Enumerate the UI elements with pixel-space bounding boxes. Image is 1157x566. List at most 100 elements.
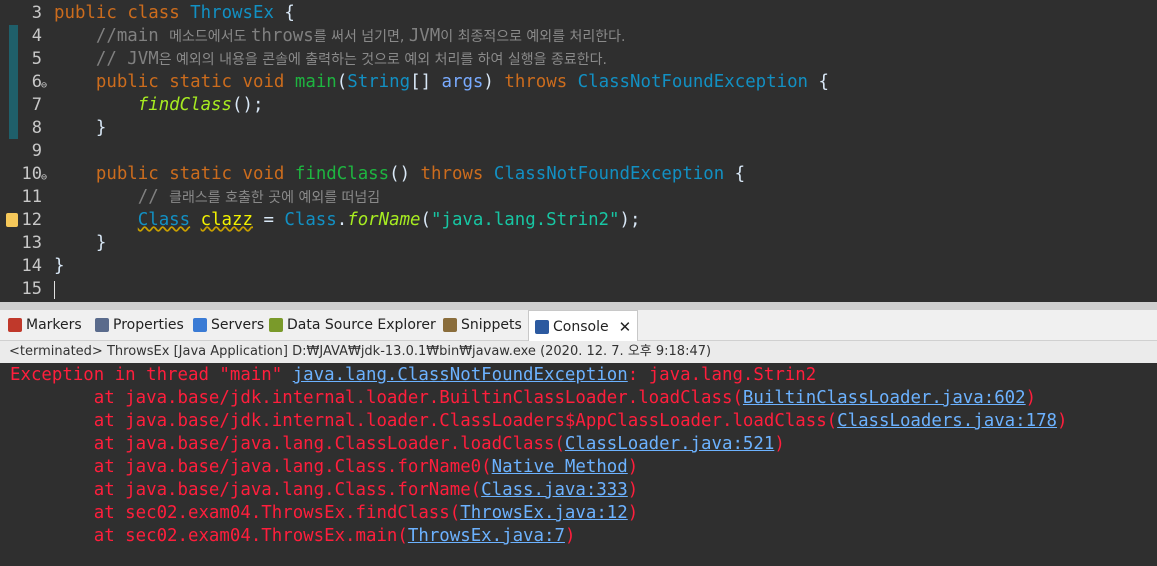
code-token: (); [232, 95, 264, 115]
code-text: } [54, 117, 106, 140]
tab-snippets[interactable]: Snippets [443, 310, 522, 340]
code-token: class [127, 3, 180, 23]
code-text: public static void findClass() throws Cl… [54, 163, 745, 186]
code-token: args [441, 72, 484, 92]
code-line[interactable]: 3 public class ThrowsEx { [0, 2, 1157, 25]
code-line[interactable]: 9 [0, 140, 1157, 163]
code-token: static [169, 164, 233, 184]
tab-properties[interactable]: Properties [95, 310, 184, 340]
console-status: <terminated> ThrowsEx [Java Application]… [0, 341, 1157, 363]
console-text: Exception in thread "main" [10, 365, 293, 385]
code-line[interactable]: 6 ⊖ public static void main(String[] args… [0, 71, 1157, 94]
console-text: at java.base/jdk.internal.loader.Builtin… [10, 388, 743, 408]
code-token: public [54, 3, 117, 23]
code-token: JVM [408, 26, 441, 46]
code-text: // 클래스를 호출한 곳에 예외를 떠넘김 [54, 186, 380, 210]
stacktrace-link[interactable]: Class.java:333 [481, 480, 628, 500]
line-number: 13 [21, 233, 42, 253]
code-token: "java.lang.Strin2" [431, 210, 620, 230]
tab-markers[interactable]: Markers [8, 310, 82, 340]
tab-data-source-explorer[interactable]: Data Source Explorer [269, 310, 436, 340]
stacktrace-link[interactable]: Native Method [492, 457, 628, 477]
tab-console[interactable]: Console ✕ [528, 310, 639, 342]
code-line[interactable]: 11 // 클래스를 호출한 곳에 예외를 떠넘김 [0, 186, 1157, 209]
code-token: { [808, 72, 829, 92]
close-icon[interactable]: ✕ [619, 312, 632, 342]
console-line: Exception in thread "main" java.lang.Cla… [10, 364, 816, 387]
line-number: 5 [31, 49, 42, 69]
tab-label: Servers [211, 317, 265, 333]
code-token: } [54, 233, 107, 253]
line-number: 8 [31, 118, 42, 138]
markers-icon [8, 318, 22, 332]
code-line[interactable]: 4 //main 메소드에서도 throws를 써서 넘기면, JVM이 최종적… [0, 25, 1157, 48]
code-token: throws [420, 164, 484, 184]
code-line[interactable]: 14} [0, 255, 1157, 278]
code-token: Class [137, 210, 191, 230]
console-text: : java.lang.Strin2 [627, 365, 817, 385]
code-token: 를 써서 넘기면, [313, 29, 409, 45]
code-token: { [724, 164, 746, 184]
code-token: } [54, 118, 107, 138]
code-line[interactable]: 13 } [0, 232, 1157, 255]
console-text: at sec02.exam04.ThrowsEx.findClass( [10, 503, 461, 523]
code-line[interactable]: 15 [0, 278, 1157, 301]
console-text: ) [627, 457, 639, 477]
stacktrace-link[interactable]: ThrowsEx.java:7 [408, 526, 565, 546]
text-caret [54, 281, 55, 299]
code-token: 은 예외의 내용을 콘솔에 출력하는 것으로 예외 처리를 하여 실행을 종료한… [158, 52, 607, 68]
code-editor[interactable]: 3 public class ThrowsEx {4 //main 메소드에서도 … [0, 0, 1157, 302]
code-token: ( [336, 72, 348, 92]
code-text: findClass(); [54, 94, 264, 117]
console-line: at java.base/java.lang.Class.forName0(Na… [10, 456, 638, 479]
tab-label: Markers [26, 317, 82, 333]
code-token: [] [410, 72, 442, 92]
code-token: forName [347, 210, 421, 230]
code-text: public static void main(String[] args) t… [54, 71, 829, 94]
code-token: = [252, 210, 285, 230]
console-view[interactable]: <terminated> ThrowsEx [Java Application]… [0, 341, 1157, 566]
console-line: at java.base/java.lang.Class.forName(Cla… [10, 479, 638, 502]
panel-divider[interactable] [0, 302, 1157, 310]
console-text: ) [1057, 411, 1068, 431]
code-token: main [294, 72, 337, 92]
code-line[interactable]: 7 findClass(); [0, 94, 1157, 117]
line-number: 15 [21, 279, 42, 299]
console-line: at java.base/java.lang.ClassLoader.loadC… [10, 433, 785, 456]
stacktrace-link[interactable]: ClassLoaders.java:178 [837, 411, 1057, 431]
stacktrace-link[interactable]: ClassLoader.java:521 [565, 434, 774, 454]
console-text: ) [627, 503, 639, 523]
console-text: at java.base/jdk.internal.loader.ClassLo… [10, 411, 838, 431]
code-line[interactable]: 12 Class clazz = Class.forName("java.lan… [0, 209, 1157, 232]
code-token: findClass [137, 95, 232, 115]
warning-icon[interactable] [6, 213, 18, 227]
code-line[interactable]: 10 ⊖ public static void findClass() throw… [0, 163, 1157, 186]
stacktrace-link[interactable]: BuiltinClassLoader.java:602 [743, 388, 1026, 408]
code-line[interactable]: 5 // JVM은 예외의 내용을 콘솔에 출력하는 것으로 예외 처리를 하여… [0, 48, 1157, 71]
code-token: public [95, 164, 159, 184]
stacktrace-link[interactable]: java.lang.ClassNotFoundException [293, 365, 628, 385]
stacktrace-link[interactable]: ThrowsEx.java:12 [460, 503, 628, 523]
code-token: throws [504, 72, 568, 92]
tab-label: Properties [113, 317, 184, 333]
tab-servers[interactable]: Servers [193, 310, 264, 340]
code-line[interactable]: 8 } [0, 117, 1157, 140]
tab-label: Data Source Explorer [287, 317, 436, 333]
code-token: // JVM [54, 49, 159, 69]
line-number: 11 [21, 187, 42, 207]
line-number: 7 [31, 95, 42, 115]
properties-icon [95, 318, 109, 332]
line-number: 14 [21, 256, 42, 276]
code-token: //main [54, 26, 170, 46]
line-number: 9 [31, 141, 42, 161]
code-token: 이 최종적으로 예외를 처리한다. [440, 29, 626, 45]
